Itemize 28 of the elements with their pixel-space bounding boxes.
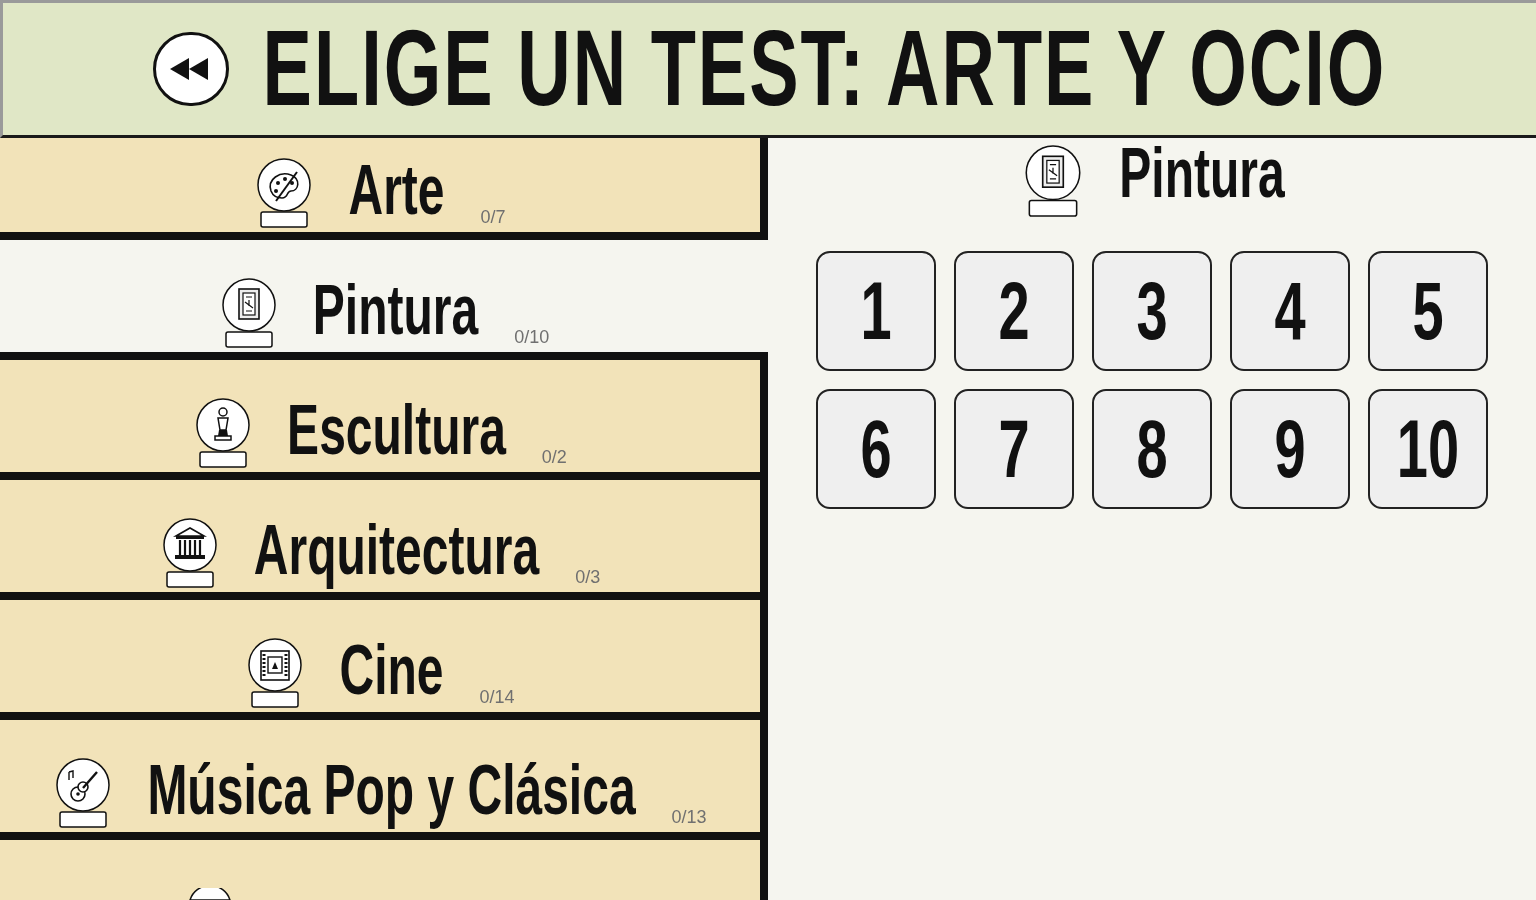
category-row[interactable]: Arquitectura 0/3 <box>0 480 768 600</box>
test-button[interactable]: 1 <box>816 251 936 371</box>
test-button[interactable]: 9 <box>1230 389 1350 509</box>
test-button[interactable]: 4 <box>1230 251 1350 371</box>
page-title: ELIGE UN TEST: ARTE Y OCIO <box>262 15 1387 123</box>
category-label: Cine <box>339 636 444 706</box>
progress-count: 0/2 <box>541 448 567 466</box>
progress-count: 0/14 <box>479 688 515 706</box>
category-row[interactable]: Escultura 0/2 <box>0 360 768 480</box>
category-row[interactable]: Música Pop y Clásica 0/13 <box>0 720 768 840</box>
test-button[interactable]: 5 <box>1368 251 1488 371</box>
category-label: Arte <box>348 156 445 226</box>
test-button[interactable]: 6 <box>816 389 936 509</box>
category-row[interactable]: Cine 0/14 <box>0 600 768 720</box>
progress-count: 0/7 <box>480 208 506 226</box>
category-row[interactable]: Arte 0/7 <box>0 138 768 240</box>
category-label: Pintura <box>312 276 479 346</box>
test-button[interactable]: 10 <box>1368 389 1488 509</box>
test-button[interactable]: 8 <box>1092 389 1212 509</box>
detail-title: Pintura <box>1119 139 1285 209</box>
test-button[interactable]: 2 <box>954 251 1074 371</box>
progress-count: 0/13 <box>671 808 707 826</box>
test-button[interactable]: 3 <box>1092 251 1212 371</box>
rewind-icon <box>169 58 208 80</box>
progress-count: 0/10 <box>514 328 550 346</box>
test-button[interactable]: 7 <box>954 389 1074 509</box>
progress-count: 0/3 <box>575 568 601 586</box>
category-label: Escultura <box>287 396 506 466</box>
